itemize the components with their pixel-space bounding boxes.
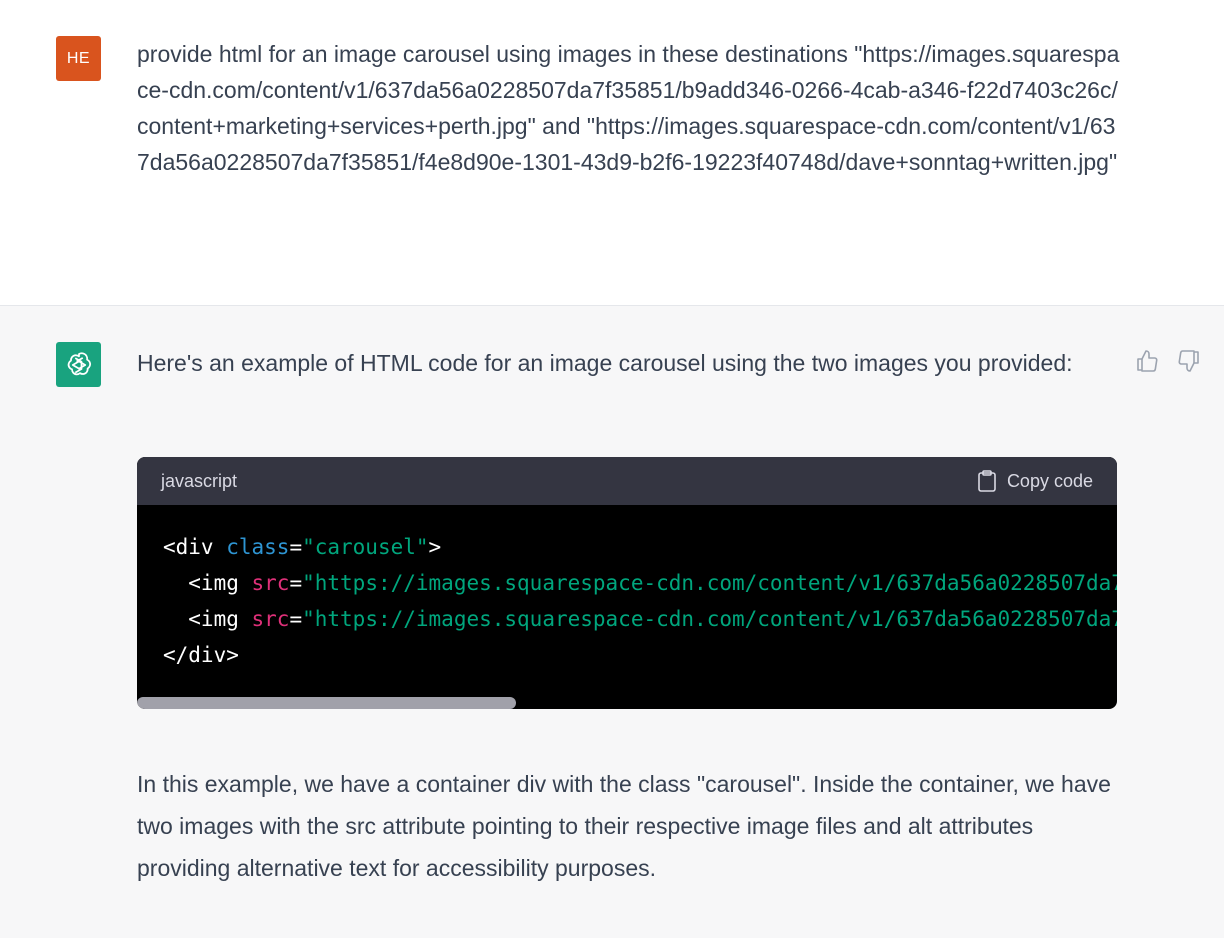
code-token: "https://images.squarespace-cdn.com/cont… — [302, 571, 1117, 595]
thumbs-up-icon — [1137, 350, 1158, 372]
openai-logo-icon — [67, 351, 91, 375]
user-avatar: HE — [56, 36, 101, 81]
user-avatar-initials: HE — [66, 49, 91, 67]
code-token: <div — [163, 535, 227, 559]
copy-code-label: Copy code — [1006, 470, 1093, 491]
code-block: javascript Copy code <div class="carouse… — [137, 457, 1117, 709]
assistant-avatar — [56, 342, 101, 387]
assistant-message: Here's an example of HTML code for an im… — [0, 306, 1224, 938]
code-token: <img — [163, 571, 252, 595]
code-scrollbar[interactable] — [137, 697, 1117, 709]
code-token: src — [251, 607, 290, 631]
code-content: <div class="carousel"> <img src="https:/… — [137, 505, 1117, 673]
clipboard-icon — [978, 470, 996, 492]
user-message-text: provide html for an image carousel using… — [137, 41, 1120, 175]
code-body[interactable]: <div class="carousel"> <img src="https:/… — [137, 505, 1117, 709]
code-token: = — [289, 535, 303, 559]
assistant-explanation-text: In this example, we have a container div… — [137, 771, 1111, 881]
code-token: </div> — [163, 643, 239, 667]
assistant-intro-text: Here's an example of HTML code for an im… — [137, 350, 1073, 376]
code-token: src — [251, 571, 290, 595]
thumbs-down-icon — [1178, 350, 1199, 372]
code-token: "carousel" — [302, 535, 429, 559]
code-token: = — [289, 571, 303, 595]
code-token: > — [428, 535, 442, 559]
thumbs-up-button[interactable] — [1134, 348, 1160, 374]
code-scrollbar-thumb[interactable] — [137, 697, 516, 709]
user-message: HE provide html for an image carousel us… — [0, 0, 1224, 306]
copy-code-button[interactable]: Copy code — [977, 470, 1093, 492]
code-token: <img — [163, 607, 252, 631]
code-token: = — [289, 607, 303, 631]
code-token: "https://images.squarespace-cdn.com/cont… — [302, 607, 1117, 631]
code-token: class — [226, 535, 290, 559]
thumbs-down-button[interactable] — [1176, 348, 1202, 374]
code-block-header: javascript Copy code — [137, 457, 1117, 505]
code-language-label: javascript — [161, 470, 238, 491]
